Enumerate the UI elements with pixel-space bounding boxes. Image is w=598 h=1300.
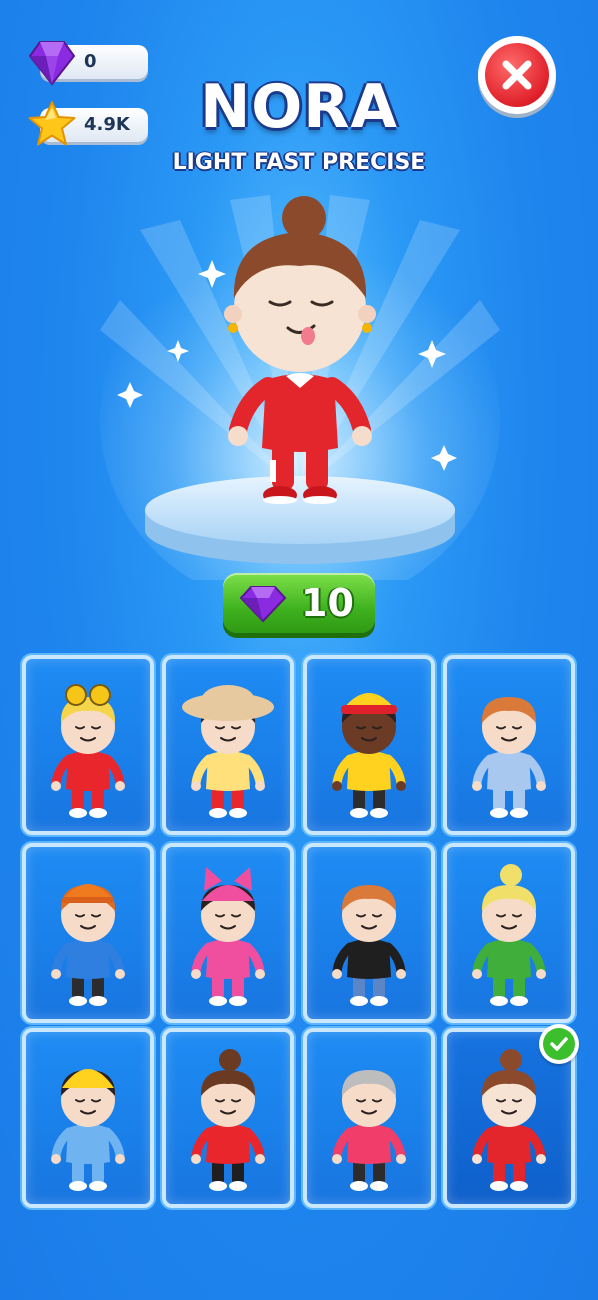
character-card-heart-glasses-red-top[interactable] (162, 1028, 294, 1208)
character-figure (51, 884, 125, 1006)
character-traits: LIGHT FAST PRECISE (172, 150, 426, 175)
character-card-green-tracksuit[interactable] (443, 843, 575, 1023)
character-card-goggles-red-jacket[interactable] (22, 655, 154, 835)
character-card-pink-cat-hood[interactable] (162, 843, 294, 1023)
character-figure (472, 1049, 546, 1191)
gem-icon (239, 586, 287, 623)
character-figure (191, 1049, 265, 1191)
character-figure (182, 685, 274, 818)
character-showcase (100, 195, 500, 580)
pedestal (145, 476, 455, 564)
character-card-nora-red-tracksuit[interactable] (443, 1024, 579, 1208)
character-card-glasses-blue-hoodie[interactable] (443, 655, 575, 835)
check-icon (550, 1037, 568, 1051)
character-figure (332, 1070, 406, 1191)
character-figure (332, 693, 406, 818)
character-card-yellow-beanie-glasses[interactable] (22, 1028, 154, 1208)
selected-check-badge (539, 1024, 579, 1064)
character-card-headphones-black-tee[interactable] (303, 843, 435, 1023)
character-figure (191, 867, 265, 1006)
character-card-red-beanie-yellow-shirt[interactable] (303, 655, 435, 835)
character-name: NORA (200, 72, 398, 142)
character-card-grandma-pink-jacket[interactable] (303, 1028, 435, 1208)
character-figure (51, 684, 125, 818)
character-figure (472, 864, 546, 1006)
character-card-sunhat-yellow-top[interactable] (162, 655, 294, 835)
buy-price: 10 (301, 581, 354, 625)
character-figure (472, 697, 546, 818)
character-card-orange-cap-headphones[interactable] (22, 843, 154, 1023)
buy-button[interactable]: 10 (223, 573, 375, 633)
character-figure (51, 1069, 125, 1191)
character-figure (332, 885, 406, 1006)
